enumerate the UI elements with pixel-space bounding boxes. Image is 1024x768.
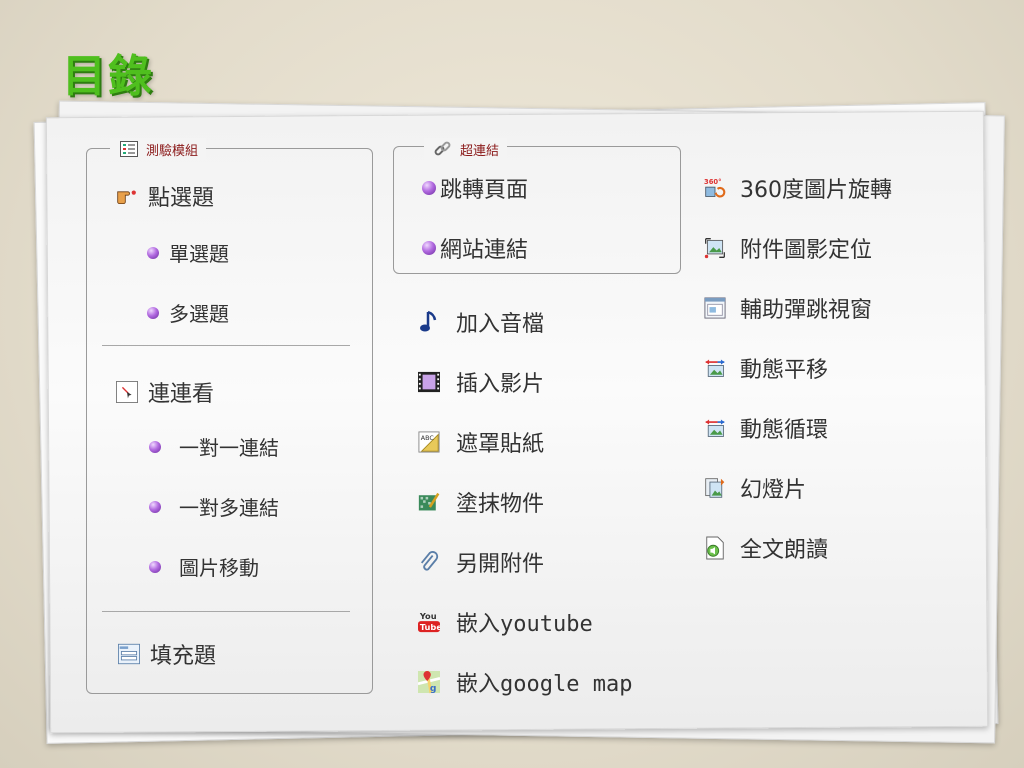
quiz-list-icon — [118, 138, 140, 160]
one-to-many-label: 一對多連結 — [179, 496, 279, 520]
attach-file-item[interactable]: 另開附件 — [418, 546, 544, 578]
add-audio-label: 加入音檔 — [456, 312, 545, 337]
quiz-divider-2 — [102, 611, 350, 612]
bullet-icon — [147, 246, 159, 259]
mask-sticker-item[interactable]: ABC 遮罩貼紙 — [418, 426, 544, 458]
quiz-module-legend: 測驗模組 — [110, 138, 207, 160]
read-aloud-item[interactable]: 全文朗讀 — [704, 532, 828, 564]
single-choice-label: 單選題 — [169, 242, 229, 266]
bullet-icon — [149, 500, 161, 513]
embed-youtube-label: 嵌入youtube — [456, 612, 593, 637]
image-move-item[interactable]: 圖片移動 — [149, 552, 259, 581]
bullet-icon — [422, 241, 436, 255]
pointing-hand-icon — [116, 185, 138, 207]
quiz-module-label: 測驗模組 — [146, 143, 199, 159]
jump-page-label: 跳轉頁面 — [440, 178, 529, 203]
hyperlink-legend: 超連結 — [424, 138, 508, 160]
fill-blank-label: 填充題 — [150, 644, 217, 669]
embed-youtube-item[interactable]: You Tube 嵌入youtube — [418, 606, 593, 638]
image-move-label: 圖片移動 — [179, 556, 259, 580]
point-select-label: 點選題 — [148, 186, 215, 211]
mask-sticker-label: 遮罩貼紙 — [456, 432, 545, 457]
speaker-document-icon — [704, 536, 726, 560]
dynamic-pan-item[interactable]: 動態平移 — [704, 352, 828, 384]
bullet-icon — [147, 306, 159, 319]
one-to-many-item[interactable]: 一對多連結 — [149, 492, 279, 521]
insert-video-item[interactable]: 插入影片 — [418, 366, 544, 398]
popup-window-item[interactable]: 輔助彈跳視窗 — [704, 292, 872, 324]
rotate-360-icon: 360° — [704, 177, 726, 199]
paperclip-icon — [418, 551, 440, 573]
dynamic-loop-label: 動態循環 — [740, 418, 829, 443]
dynamic-pan-label: 動態平移 — [740, 358, 829, 383]
chain-link-icon — [432, 138, 454, 160]
google-maps-icon: g — [418, 670, 440, 694]
scratch-object-label: 塗抹物件 — [456, 492, 545, 517]
popup-window-label: 輔助彈跳視窗 — [740, 298, 873, 323]
hyperlink-label: 超連結 — [460, 143, 500, 159]
rotate-360-item[interactable]: 360° 360度圖片旋轉 — [704, 172, 892, 204]
bullet-icon — [422, 181, 436, 195]
slideshow-label: 幻燈片 — [740, 478, 807, 503]
quiz-divider — [102, 345, 350, 346]
scratch-object-item[interactable]: 塗抹物件 — [418, 486, 544, 518]
fill-blank-item[interactable]: 填充題 — [118, 638, 216, 670]
svg-text:You: You — [419, 611, 437, 621]
attach-image-position-item[interactable]: 附件圖影定位 — [704, 232, 872, 264]
embed-google-map-item[interactable]: g 嵌入google map — [418, 666, 632, 698]
loop-arrows-icon — [704, 417, 726, 439]
single-choice-item[interactable]: 單選題 — [147, 238, 229, 267]
point-select-item[interactable]: 點選題 — [116, 180, 214, 212]
music-note-icon — [418, 310, 440, 333]
dynamic-loop-item[interactable]: 動態循環 — [704, 412, 828, 444]
svg-text:g: g — [430, 683, 437, 694]
insert-video-label: 插入影片 — [456, 372, 545, 397]
sticker-icon: ABC — [418, 431, 440, 453]
film-strip-icon — [418, 371, 440, 393]
website-link-item[interactable]: 網站連結 — [422, 232, 528, 264]
rotate-360-label: 360度圖片旋轉 — [740, 178, 892, 203]
svg-text:ABC: ABC — [421, 434, 435, 442]
svg-text:360°: 360° — [704, 178, 721, 186]
svg-text:Tube: Tube — [420, 622, 440, 632]
scratch-brush-icon — [418, 491, 440, 513]
attach-file-label: 另開附件 — [456, 552, 545, 577]
embed-google-map-label: 嵌入google map — [456, 672, 633, 697]
form-icon — [118, 643, 140, 665]
matching-icon — [116, 381, 138, 403]
youtube-icon: You Tube — [418, 611, 440, 633]
pan-arrows-icon — [704, 357, 726, 379]
matching-label: 連連看 — [148, 382, 215, 407]
quiz-module-group — [86, 148, 373, 694]
attach-image-position-label: 附件圖影定位 — [740, 238, 873, 263]
one-to-one-item[interactable]: 一對一連結 — [149, 432, 279, 461]
add-audio-item[interactable]: 加入音檔 — [418, 306, 544, 338]
multi-choice-label: 多選題 — [169, 302, 229, 326]
image-position-icon — [704, 237, 726, 259]
website-link-label: 網站連結 — [440, 238, 529, 263]
read-aloud-label: 全文朗讀 — [740, 538, 829, 563]
bullet-icon — [149, 560, 161, 573]
jump-page-item[interactable]: 跳轉頁面 — [422, 172, 528, 204]
page-title: 目錄 — [62, 51, 154, 102]
bullet-icon — [149, 440, 161, 453]
popup-window-icon — [704, 297, 726, 319]
multi-choice-item[interactable]: 多選題 — [147, 298, 229, 327]
matching-item[interactable]: 連連看 — [116, 376, 214, 408]
slideshow-icon — [704, 477, 726, 499]
one-to-one-label: 一對一連結 — [179, 436, 279, 460]
slideshow-item[interactable]: 幻燈片 — [704, 472, 806, 504]
